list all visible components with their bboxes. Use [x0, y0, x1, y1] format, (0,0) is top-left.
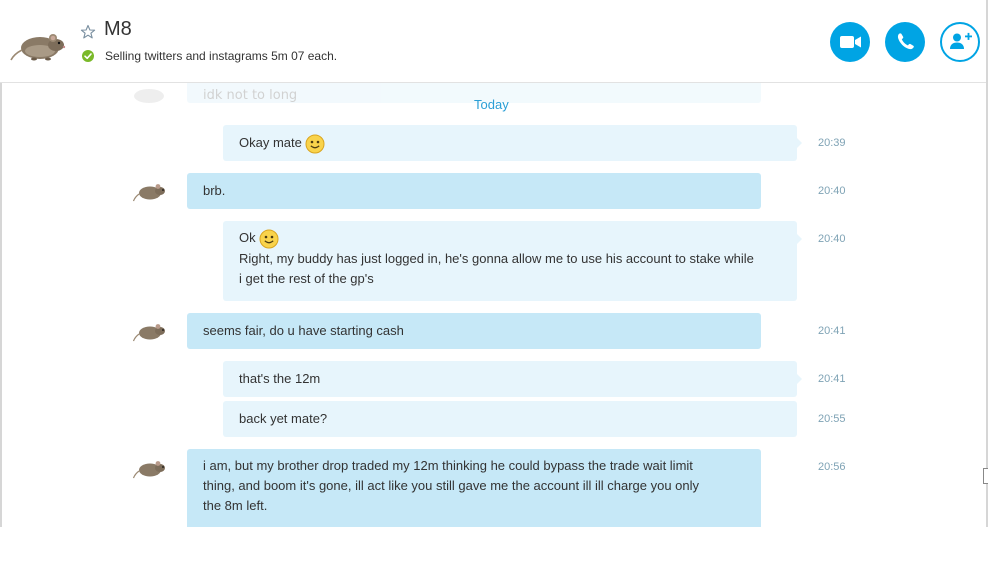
incoming-message[interactable]: brb.: [187, 173, 761, 209]
outgoing-message[interactable]: that's the 12m: [223, 361, 802, 397]
incoming-message[interactable]: seems fair, do u have starting cash: [187, 313, 761, 349]
outgoing-message[interactable]: Ok Right, my buddy has just logged in, h…: [223, 221, 802, 301]
message-text: i am, but my brother drop traded my 12m …: [203, 458, 693, 473]
outgoing-message[interactable]: back yet mate?: [223, 401, 797, 437]
smile-emoticon-icon: [259, 229, 279, 249]
audio-call-button[interactable]: [885, 22, 925, 62]
scroll-handle[interactable]: [983, 468, 988, 484]
conversation-header: M8 Selling twitters and instagrams 5m 07…: [0, 0, 988, 83]
sender-avatar[interactable]: [132, 181, 167, 203]
outgoing-message[interactable]: Okay mate: [223, 125, 802, 161]
message-text: idk not to long: [203, 88, 298, 103]
message-time: 20:40: [818, 233, 846, 245]
online-status-icon: [82, 50, 94, 62]
incoming-message[interactable]: i am, but my brother drop traded my 12m …: [187, 449, 761, 527]
add-person-icon: [950, 32, 972, 49]
sender-avatar: [134, 89, 164, 103]
video-call-button[interactable]: [830, 22, 870, 62]
message-text: back yet mate?: [239, 411, 328, 426]
date-divider: Today: [474, 97, 509, 112]
message-composer-area[interactable]: [0, 527, 988, 568]
bubble-tail: [797, 234, 802, 244]
message-text: thing, and boom it's gone, ill act like …: [203, 478, 700, 493]
smile-emoticon-icon: [305, 134, 325, 154]
message-time: 20:41: [818, 325, 846, 337]
message-text: that's the 12m: [239, 371, 321, 386]
sender-avatar[interactable]: [132, 321, 167, 343]
mood-message: Selling twitters and instagrams 5m 07 ea…: [105, 49, 338, 63]
message-text: seems fair, do u have starting cash: [203, 323, 404, 338]
contact-name[interactable]: M8: [104, 19, 132, 39]
message-time: 20:41: [818, 373, 846, 385]
phone-icon: [897, 33, 914, 50]
contact-avatar[interactable]: [10, 28, 66, 64]
video-camera-icon: [840, 36, 861, 48]
favorite-star-icon[interactable]: [80, 24, 96, 40]
message-text: i get the rest of the gp's: [239, 270, 374, 286]
message-list[interactable]: idk not to long Today Okay mate 20:39 br…: [0, 83, 988, 527]
message-text: brb.: [203, 183, 226, 198]
message-line: Ok: [239, 228, 781, 249]
message-time: 20:39: [818, 137, 846, 149]
sender-avatar[interactable]: [132, 458, 167, 480]
message-time: 20:56: [818, 461, 846, 473]
chat-window: M8 Selling twitters and instagrams 5m 07…: [0, 0, 988, 568]
message-text: the 8m left.: [203, 498, 268, 513]
add-people-button[interactable]: [940, 22, 980, 62]
message-text: Right, my buddy has just logged in, he's…: [239, 250, 754, 266]
message-time: 20:55: [818, 413, 846, 425]
message-text: Okay mate: [239, 135, 302, 150]
message-text: Ok: [239, 230, 256, 245]
message-time: 20:40: [818, 185, 846, 197]
bubble-tail: [797, 138, 802, 148]
bubble-tail: [797, 374, 802, 384]
